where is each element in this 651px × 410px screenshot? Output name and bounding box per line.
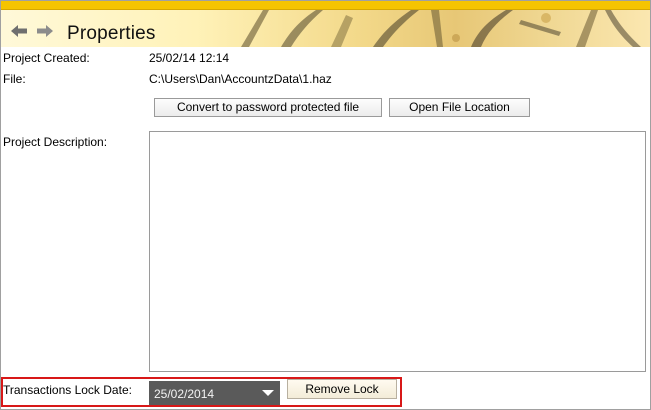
convert-password-button[interactable]: Convert to password protected file: [154, 98, 382, 117]
lock-date-value: 25/02/2014: [154, 387, 215, 401]
file-path-value: C:\Users\Dan\AccountzData\1.haz: [149, 72, 332, 86]
arrow-right-icon[interactable]: [36, 24, 54, 38]
chevron-down-icon: [262, 390, 274, 396]
properties-window: Properties Project Created: 25/02/14 12:…: [0, 0, 651, 410]
arrow-left-icon[interactable]: [10, 24, 28, 38]
lock-date-select[interactable]: 25/02/2014: [149, 381, 280, 405]
remove-lock-button[interactable]: Remove Lock: [287, 379, 397, 399]
open-file-location-button[interactable]: Open File Location: [389, 98, 530, 117]
top-accent-bar: [1, 1, 650, 10]
project-created-value: 25/02/14 12:14: [149, 51, 230, 65]
page-title: Properties: [67, 23, 156, 44]
project-created-label: Project Created:: [3, 51, 90, 65]
project-description-field[interactable]: [149, 131, 646, 372]
file-label: File:: [3, 72, 26, 86]
lock-date-label: Transactions Lock Date:: [3, 383, 132, 397]
project-description-label: Project Description:: [3, 135, 108, 149]
header-banner: Properties: [1, 10, 650, 47]
